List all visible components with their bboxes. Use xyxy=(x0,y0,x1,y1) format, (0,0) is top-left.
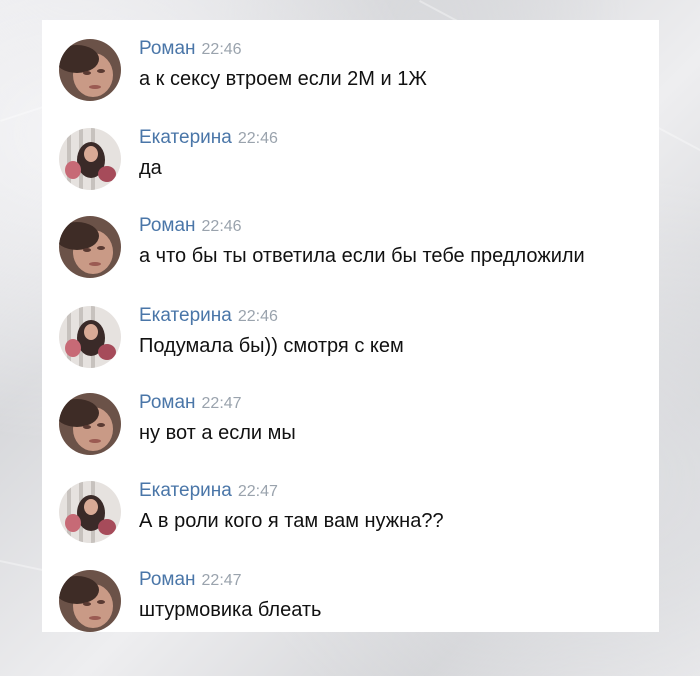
message-timestamp: 22:46 xyxy=(237,308,278,325)
chat-message: Роман 22:46 а что бы ты ответила если бы … xyxy=(59,211,649,291)
author-name[interactable]: Роман xyxy=(139,38,196,59)
message-timestamp: 22:46 xyxy=(201,41,242,58)
message-header: Екатерина 22:46 xyxy=(139,127,278,149)
roman-avatar[interactable] xyxy=(59,39,121,101)
chat-message: Роман 22:46 а к сексу втроем если 2М и 1Ж xyxy=(59,34,649,114)
message-timestamp: 22:47 xyxy=(237,483,278,500)
message-header: Роман 22:46 xyxy=(139,215,242,237)
chat-message: Екатерина 22:46 Подумала бы)) смотря с ке… xyxy=(59,301,649,381)
author-name[interactable]: Роман xyxy=(139,569,196,590)
author-name[interactable]: Екатерина xyxy=(139,480,232,501)
message-timestamp: 22:46 xyxy=(237,130,278,147)
message-header: Екатерина 22:46 xyxy=(139,305,278,327)
chat-message-list: Роман 22:46 а к сексу втроем если 2М и 1Ж… xyxy=(42,20,659,632)
message-text: да xyxy=(139,157,162,179)
chat-message: Роман 22:47 штурмовика блеать xyxy=(59,565,649,632)
ekaterina-avatar[interactable] xyxy=(59,306,121,368)
message-text: а к сексу втроем если 2М и 1Ж xyxy=(139,68,427,90)
message-timestamp: 22:46 xyxy=(201,218,242,235)
message-timestamp: 22:47 xyxy=(201,395,242,412)
message-text: Подумала бы)) смотря с кем xyxy=(139,335,404,357)
roman-avatar[interactable] xyxy=(59,393,121,455)
message-text: штурмовика блеать xyxy=(139,599,322,621)
chat-message: Екатерина 22:46 да xyxy=(59,123,649,203)
roman-avatar[interactable] xyxy=(59,570,121,632)
roman-avatar[interactable] xyxy=(59,216,121,278)
message-text: а что бы ты ответила если бы тебе предло… xyxy=(139,245,585,267)
author-name[interactable]: Екатерина xyxy=(139,305,232,326)
author-name[interactable]: Роман xyxy=(139,215,196,236)
author-name[interactable]: Роман xyxy=(139,392,196,413)
message-timestamp: 22:47 xyxy=(201,572,242,589)
chat-message: Роман 22:47 ну вот а если мы xyxy=(59,388,649,468)
message-text: А в роли кого я там вам нужна?? xyxy=(139,510,444,532)
message-header: Екатерина 22:47 xyxy=(139,480,278,502)
chat-message: Екатерина 22:47 А в роли кого я там вам н… xyxy=(59,476,649,556)
ekaterina-avatar[interactable] xyxy=(59,481,121,543)
message-header: Роман 22:47 xyxy=(139,392,242,414)
message-header: Роман 22:46 xyxy=(139,38,242,60)
message-header: Роман 22:47 xyxy=(139,569,242,591)
ekaterina-avatar[interactable] xyxy=(59,128,121,190)
author-name[interactable]: Екатерина xyxy=(139,127,232,148)
message-text: ну вот а если мы xyxy=(139,422,296,444)
